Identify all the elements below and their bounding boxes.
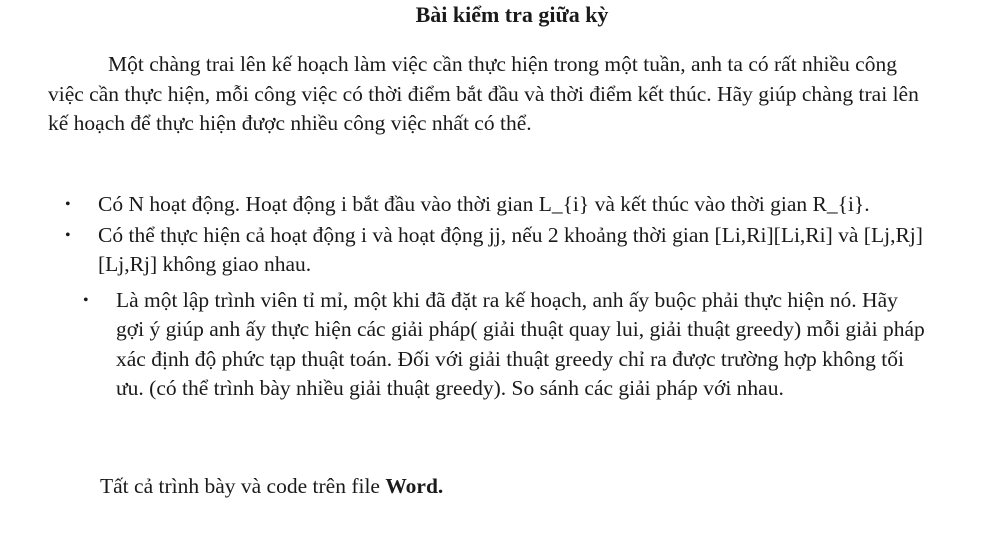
list-item: • Có N hoạt động. Hoạt động i bắt đầu và… xyxy=(48,190,928,220)
bullet-icon: • xyxy=(83,291,89,309)
intro-paragraph: Một chàng trai lên kế hoạch làm việc cần… xyxy=(48,52,919,135)
list-item: • Có thể thực hiện cả hoạt động i và hoạ… xyxy=(48,221,928,280)
closing-bold-text: Word. xyxy=(385,474,444,498)
bullet-icon: • xyxy=(65,196,71,213)
list-item-text: Có thể thực hiện cả hoạt động i và hoạt … xyxy=(98,222,923,277)
list-item-text: Có N hoạt động. Hoạt động i bắt đầu vào … xyxy=(98,192,870,216)
list-item: • Là một lập trình viên tỉ mỉ, một khi đ… xyxy=(48,286,928,404)
closing-text: Tất cả trình bày và code trên file xyxy=(100,474,386,498)
list-item-text: Là một lập trình viên tỉ mỉ, một khi đã … xyxy=(116,287,925,401)
bullet-icon: • xyxy=(65,226,71,244)
closing-note: Tất cả trình bày và code trên file Word. xyxy=(100,472,443,502)
requirements-list: • Có N hoạt động. Hoạt động i bắt đầu và… xyxy=(48,190,928,405)
document-title: Bài kiểm tra giữa kỳ xyxy=(415,2,609,27)
